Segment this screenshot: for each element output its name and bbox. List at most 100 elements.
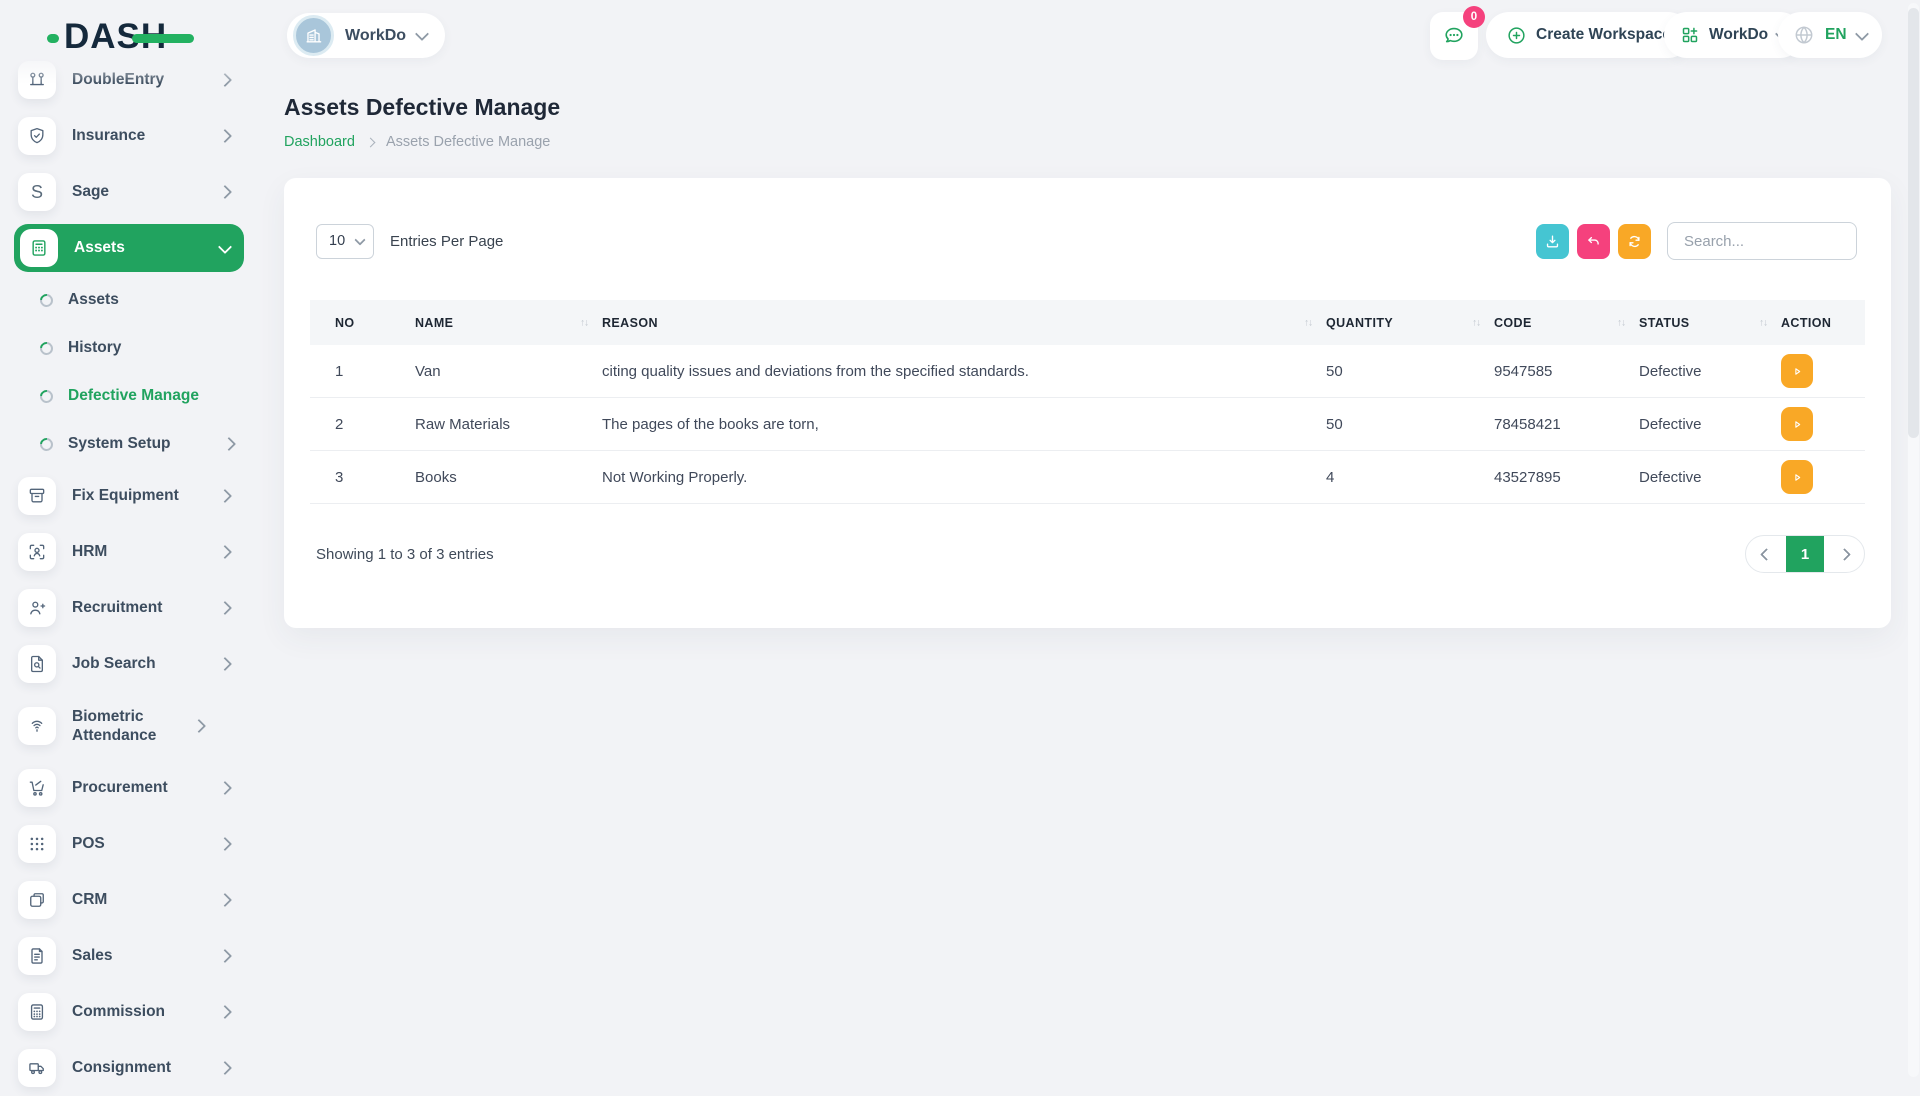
- sidebar-item-pos[interactable]: POS: [14, 816, 244, 872]
- sort-icon: ↑↓: [1617, 317, 1625, 328]
- messages-badge: 0: [1463, 6, 1485, 28]
- document-search-icon: [18, 645, 56, 683]
- cell-status: Defective: [1639, 398, 1781, 451]
- cell-no: 1: [310, 345, 415, 398]
- defective-assets-table: NO NAME↑↓ REASON↑↓ QUANTITY↑↓ CODE↑↓ STA…: [310, 300, 1865, 504]
- pagination-page-1[interactable]: 1: [1786, 536, 1824, 572]
- truck-icon: [18, 1049, 56, 1087]
- sidebar-subitem-history[interactable]: History: [14, 324, 244, 372]
- bullet-icon: [37, 339, 55, 357]
- breadcrumb-current: Assets Defective Manage: [386, 134, 550, 150]
- cell-name: Van: [415, 345, 602, 398]
- logo-accent-dot: [47, 34, 59, 43]
- chevron-right-icon: [218, 893, 232, 907]
- workspace-switcher[interactable]: WorkDo: [287, 13, 445, 58]
- sidebar-item-consignment[interactable]: Consignment: [14, 1040, 244, 1096]
- sidebar-item-fix-equipment[interactable]: Fix Equipment: [14, 468, 244, 524]
- document-icon: [18, 937, 56, 975]
- entries-per-page-select[interactable]: 10: [316, 224, 374, 259]
- sidebar-subitem-defective-manage[interactable]: Defective Manage: [14, 372, 244, 420]
- cell-reason: The pages of the books are torn,: [602, 398, 1326, 451]
- sidebar-item-label: DoubleEntry: [72, 70, 220, 89]
- sidebar-item-label: Assets: [74, 238, 220, 257]
- user-plus-icon: [18, 589, 56, 627]
- col-header-quantity[interactable]: QUANTITY↑↓: [1326, 300, 1494, 345]
- language-current: EN: [1825, 26, 1847, 44]
- sidebar-item-commission[interactable]: Commission: [14, 984, 244, 1040]
- chevron-right-icon: [218, 185, 232, 199]
- col-header-status[interactable]: STATUS↑↓: [1639, 300, 1781, 345]
- undo-button[interactable]: [1577, 224, 1610, 259]
- page-title: Assets Defective Manage: [284, 94, 560, 121]
- chevron-down-icon: [354, 234, 365, 245]
- sidebar-item-biometric-attendance[interactable]: Biometric Attendance: [14, 692, 244, 760]
- chevron-right-icon: [218, 129, 232, 143]
- col-header-code[interactable]: CODE↑↓: [1494, 300, 1639, 345]
- create-workspace-button[interactable]: Create Workspace: [1486, 12, 1691, 58]
- breadcrumb-dashboard-link[interactable]: Dashboard: [284, 134, 355, 150]
- sidebar-item-label: HRM: [72, 542, 220, 561]
- calculator-icon: [20, 229, 58, 267]
- cell-reason: Not Working Properly.: [602, 451, 1326, 504]
- sort-icon: ↑↓: [580, 317, 588, 328]
- bullet-icon: [37, 387, 55, 405]
- col-header-no[interactable]: NO: [310, 300, 415, 345]
- cell-no: 2: [310, 398, 415, 451]
- chevron-down-icon: [218, 239, 232, 253]
- col-header-name[interactable]: NAME↑↓: [415, 300, 602, 345]
- workspace-avatar: [293, 15, 334, 56]
- pagination-next-button[interactable]: [1824, 536, 1864, 572]
- sidebar-item-assets[interactable]: Assets: [14, 224, 244, 272]
- language-selector[interactable]: EN: [1778, 12, 1882, 58]
- sidebar-subitem-system-setup[interactable]: System Setup: [14, 420, 244, 468]
- frames-icon: [18, 881, 56, 919]
- breadcrumb-separator-icon: [365, 137, 375, 147]
- col-header-reason[interactable]: REASON↑↓: [602, 300, 1326, 345]
- sidebar-item-label: Commission: [72, 1002, 220, 1021]
- row-action-button[interactable]: [1781, 354, 1813, 388]
- sidebar-item-sage[interactable]: S Sage: [14, 164, 244, 220]
- workdo-menu-label: WorkDo: [1709, 26, 1768, 44]
- bullet-icon: [37, 435, 55, 453]
- sidebar-item-hrm[interactable]: HRM: [14, 524, 244, 580]
- sidebar-item-recruitment[interactable]: Recruitment: [14, 580, 244, 636]
- sidebar-item-doubleentry[interactable]: DoubleEntry: [14, 52, 244, 108]
- grid-dots-icon: [18, 825, 56, 863]
- row-action-button[interactable]: [1781, 460, 1813, 494]
- messages-button[interactable]: 0: [1430, 12, 1478, 60]
- sidebar-item-crm[interactable]: CRM: [14, 872, 244, 928]
- breadcrumb: Dashboard Assets Defective Manage: [284, 134, 550, 150]
- create-workspace-label: Create Workspace: [1536, 26, 1671, 44]
- pagination: 1: [1745, 535, 1865, 573]
- sage-icon: S: [18, 173, 56, 211]
- sidebar-subitem-assets[interactable]: Assets: [14, 276, 244, 324]
- cell-code: 43527895: [1494, 451, 1639, 504]
- refresh-button[interactable]: [1618, 224, 1651, 259]
- export-button[interactable]: [1536, 224, 1569, 259]
- sidebar-subitem-label: System Setup: [68, 435, 224, 453]
- sidebar-item-sales[interactable]: Sales: [14, 928, 244, 984]
- cell-no: 3: [310, 451, 415, 504]
- cell-quantity: 4: [1326, 451, 1494, 504]
- page-scrollbar-thumb[interactable]: [1908, 8, 1919, 438]
- search-input[interactable]: [1667, 222, 1857, 260]
- workspace-name: WorkDo: [345, 27, 406, 45]
- plus-circle-icon: [1506, 25, 1527, 46]
- sidebar-subitem-label: History: [68, 339, 244, 357]
- chevron-right-icon: [218, 781, 232, 795]
- sidebar-item-job-search[interactable]: Job Search: [14, 636, 244, 692]
- chevron-down-icon: [1854, 26, 1868, 40]
- chevron-right-icon: [218, 545, 232, 559]
- bullet-icon: [37, 291, 55, 309]
- brand-logo[interactable]: DASH: [64, 16, 167, 58]
- sidebar-item-procurement[interactable]: Procurement: [14, 760, 244, 816]
- table-header-row: NO NAME↑↓ REASON↑↓ QUANTITY↑↓ CODE↑↓ STA…: [310, 300, 1865, 345]
- table-footer: Showing 1 to 3 of 3 entries 1: [310, 535, 1865, 573]
- chevron-right-icon: [218, 73, 232, 87]
- sidebar-item-label: Fix Equipment: [72, 486, 220, 505]
- cell-name: Books: [415, 451, 602, 504]
- grid-plus-icon: [1680, 25, 1700, 45]
- sidebar-item-insurance[interactable]: Insurance: [14, 108, 244, 164]
- row-action-button[interactable]: [1781, 407, 1813, 441]
- pagination-prev-button[interactable]: [1746, 536, 1786, 572]
